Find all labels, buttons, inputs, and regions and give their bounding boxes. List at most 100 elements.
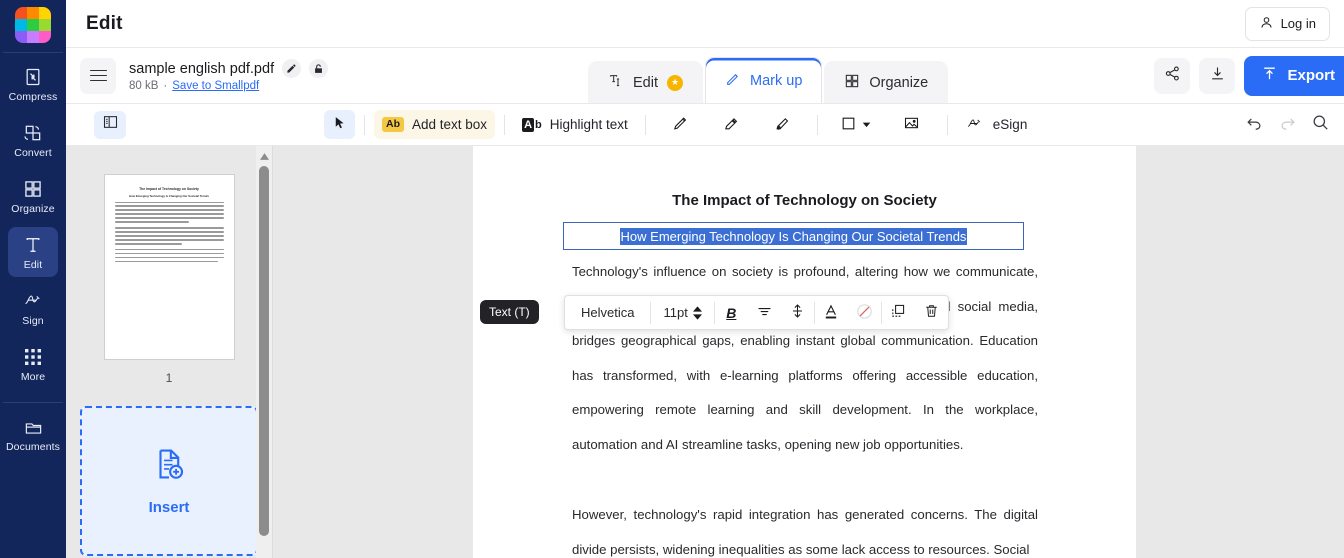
- selected-text: How Emerging Technology Is Changing Our …: [619, 227, 968, 245]
- line-spacing-icon: [790, 303, 805, 322]
- thumbnail-text-line: [114, 209, 224, 212]
- file-name-row: sample english pdf.pdf: [129, 59, 329, 78]
- font-family-selector[interactable]: Helvetica: [565, 305, 650, 320]
- user-icon: [1259, 15, 1274, 33]
- square-icon: [841, 116, 856, 134]
- upload-icon: [1261, 65, 1278, 86]
- share-button[interactable]: [1154, 57, 1191, 94]
- thumbnail-paragraph: [114, 248, 224, 263]
- pdf-page[interactable]: The Impact of Technology on Society How …: [473, 146, 1136, 558]
- redo-icon[interactable]: [1278, 113, 1297, 137]
- tab-markup[interactable]: Mark up: [705, 57, 823, 103]
- delete-button[interactable]: [915, 296, 948, 329]
- thumbnail-text-line: [114, 260, 219, 263]
- pencil-icon: [725, 71, 741, 91]
- organize-icon: [23, 178, 43, 200]
- export-label: Export: [1287, 67, 1335, 84]
- no-fill-icon: [856, 303, 873, 323]
- document-canvas: The Impact of Technology on Society How …: [273, 146, 1344, 558]
- text-format-toolbar: Helvetica 11pt B: [564, 295, 949, 330]
- grid-squares-icon: [844, 73, 860, 93]
- insert-page-dropzone[interactable]: Insert: [80, 406, 258, 556]
- file-name: sample english pdf.pdf: [129, 60, 275, 77]
- marker-icon: [723, 115, 740, 135]
- login-button[interactable]: Log in: [1244, 6, 1330, 41]
- thumbnail-scrollbar[interactable]: [256, 146, 272, 558]
- rail-divider-top: [3, 52, 63, 53]
- login-label: Log in: [1280, 16, 1316, 31]
- sidebar-item-convert[interactable]: Convert: [8, 115, 58, 165]
- sidebar-item-edit[interactable]: Edit: [8, 227, 58, 277]
- search-icon[interactable]: [1311, 113, 1330, 137]
- signature-icon: [22, 290, 44, 312]
- tab-organize[interactable]: Organize: [824, 61, 949, 103]
- toolbar-divider: [504, 114, 506, 135]
- pen-icon: [672, 115, 689, 135]
- pen-tool-button[interactable]: [664, 110, 697, 139]
- font-size-stepper[interactable]: 11pt: [651, 305, 713, 320]
- selected-text-box[interactable]: How Emerging Technology Is Changing Our …: [563, 222, 1024, 250]
- esign-label: eSign: [992, 117, 1028, 132]
- toggle-thumbnail-panel-button[interactable]: [94, 110, 126, 139]
- select-tool-button[interactable]: [324, 110, 355, 139]
- logo-tile: [27, 19, 39, 31]
- marker-tool-button[interactable]: [715, 110, 748, 139]
- tab-label: Mark up: [750, 72, 803, 89]
- undo-icon[interactable]: [1245, 113, 1264, 137]
- export-button[interactable]: Export: [1244, 55, 1344, 96]
- hamburger-icon-line: [89, 69, 107, 72]
- history-and-search: [1245, 113, 1330, 137]
- highlight-text-label: Highlight text: [549, 117, 628, 132]
- sidebar-item-label: Compress: [8, 91, 58, 103]
- document-title: The Impact of Technology on Society: [672, 192, 937, 209]
- sidebar-item-label: Convert: [14, 147, 52, 159]
- document-paragraph-1[interactable]: Technology's influence on society is pro…: [572, 255, 1038, 463]
- add-text-box-button[interactable]: Ab Add text box: [374, 110, 496, 139]
- highlight-text-button[interactable]: Ab Highlight text: [514, 110, 636, 139]
- document-paragraph-2[interactable]: However, technology's rapid integration …: [572, 498, 1038, 558]
- download-icon: [1209, 65, 1226, 87]
- scrollbar-thumb[interactable]: [259, 166, 269, 536]
- share-icon: [1164, 65, 1181, 87]
- thumbnail-text-line: [114, 252, 224, 255]
- sidebar-item-compress[interactable]: Compress: [8, 59, 58, 109]
- shape-tool-button[interactable]: [833, 110, 879, 139]
- pencil-icon[interactable]: [282, 59, 302, 78]
- sidebar-item-label: Documents: [6, 441, 61, 453]
- esign-button[interactable]: eSign: [957, 110, 1036, 139]
- thumbnail-text-line: [114, 256, 224, 259]
- logo-tile: [15, 31, 27, 43]
- thumbnail-text-line: [114, 231, 224, 233]
- image-tool-button[interactable]: [895, 110, 928, 139]
- file-menu-button[interactable]: [80, 57, 116, 94]
- unlock-icon[interactable]: [309, 59, 329, 78]
- sidebar-item-documents[interactable]: Documents: [6, 409, 61, 459]
- convert-icon: [23, 122, 43, 144]
- sidebar-item-more[interactable]: More: [8, 339, 58, 389]
- thumbnail-panel: The Impact of Technology on Society How …: [66, 146, 273, 558]
- sidebar-item-sign[interactable]: Sign: [8, 283, 58, 333]
- no-fill-button[interactable]: [848, 296, 881, 329]
- line-spacing-button[interactable]: [781, 296, 814, 329]
- align-button[interactable]: [748, 296, 781, 329]
- add-text-box-label: Add text box: [412, 117, 488, 132]
- font-color-button[interactable]: [815, 296, 848, 329]
- bold-button[interactable]: B: [715, 296, 748, 329]
- save-to-smallpdf-link[interactable]: Save to Smallpdf: [172, 80, 259, 92]
- eraser-tool-button[interactable]: [766, 110, 799, 139]
- thumbnail-text-line: [114, 221, 189, 224]
- page-thumbnail-1[interactable]: The Impact of Technology on Society How …: [103, 174, 235, 360]
- page-title: Edit: [86, 12, 123, 34]
- edit-text-icon: [23, 234, 43, 256]
- hamburger-icon-line: [89, 74, 107, 77]
- duplicate-button[interactable]: [882, 296, 915, 329]
- toolbar-divider: [364, 114, 365, 135]
- scroll-up-arrow-icon[interactable]: [256, 150, 272, 162]
- tab-edit[interactable]: Edit ★: [588, 61, 703, 103]
- smallpdf-logo-icon[interactable]: [15, 7, 51, 43]
- sidebar-item-organize[interactable]: Organize: [8, 171, 58, 221]
- thumbnail-page-number: 1: [165, 371, 173, 385]
- thumbnail-text-line: [114, 248, 224, 251]
- download-button[interactable]: [1199, 57, 1236, 94]
- file-actions: Export: [1154, 55, 1344, 96]
